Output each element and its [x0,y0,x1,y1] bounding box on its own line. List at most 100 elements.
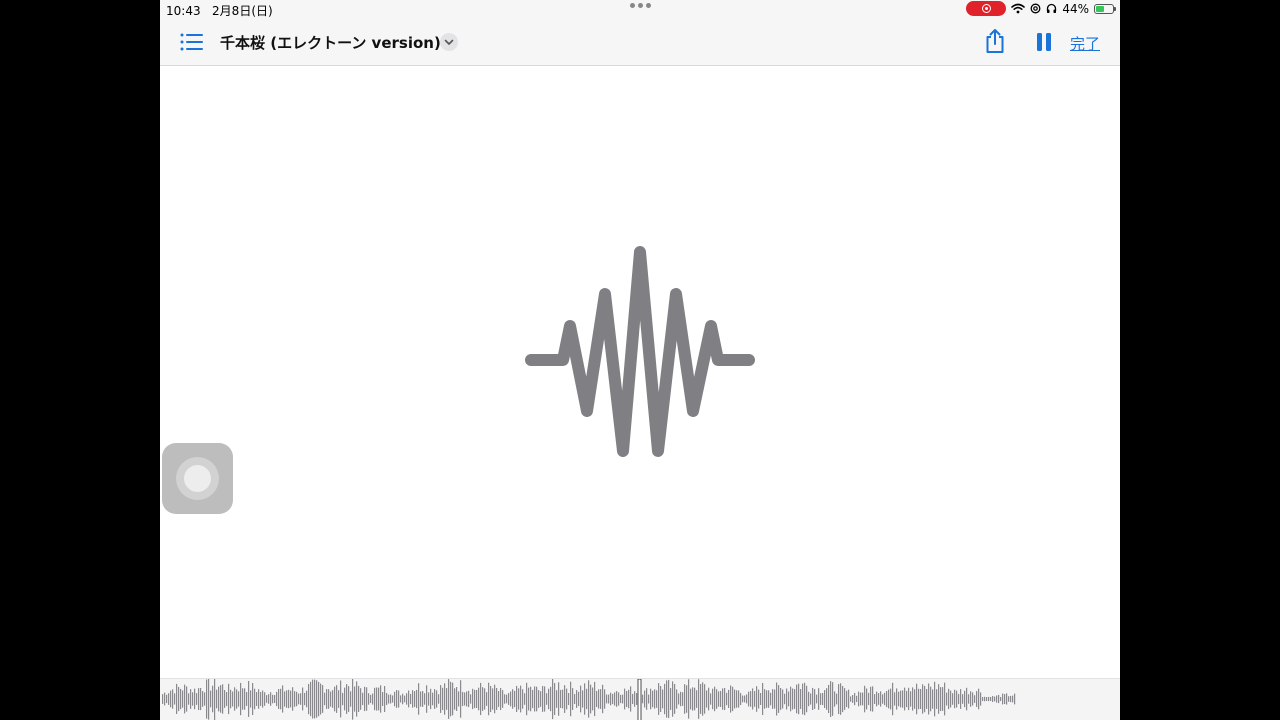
playhead[interactable] [637,679,642,720]
waveform-bar [544,686,546,712]
waveform-bar [904,687,906,711]
waveform-bar [234,687,236,711]
waveform-bar [934,681,936,717]
waveform-bar [830,681,832,717]
navigation-bar: 千本桜 (エレクトーン version) 完了 [160,20,1120,66]
waveform-bar [628,689,630,709]
waveform-bar [518,688,520,710]
waveform-bar [172,689,174,709]
waveform-bar [960,689,962,709]
waveform-bar [858,691,860,707]
waveform-bar [334,686,336,712]
waveform-bar [822,693,824,706]
waveform-bar [208,679,210,720]
waveform-bar [250,690,252,708]
multitasking-dots-icon[interactable] [630,3,651,8]
assistive-touch-button[interactable] [162,443,233,514]
waveform-bar [740,693,742,705]
waveform-bar [778,685,780,713]
waveform-bar [884,692,886,706]
waveform-bar [368,693,370,705]
list-icon[interactable] [180,32,204,52]
waveform-bar [516,685,518,712]
waveform-bar [358,685,360,712]
waveform-bar [924,685,926,713]
title-menu-button[interactable] [440,33,458,51]
waveform-bar [814,689,816,709]
waveform-bar [568,693,570,706]
waveform-bar [226,692,228,707]
waveform-bar [808,691,810,707]
waveform-bar [898,691,900,707]
waveform-bar [552,679,554,720]
waveform-bar [352,679,354,720]
waveform-bar [762,683,764,715]
waveform-bar [380,685,382,713]
waveform-bar [634,691,636,707]
waveform-bar [746,694,748,704]
waveform-bar [384,686,386,712]
waveform-bar [686,685,688,713]
waveform-bar [404,695,406,703]
waveform-bar [308,683,310,715]
pause-icon[interactable] [1036,33,1052,51]
waveform-bar [168,693,170,705]
waveform-bar [666,680,668,718]
done-button[interactable]: 完了 [1070,33,1100,54]
waveform-bar [302,687,304,711]
waveform-bar [700,684,702,714]
waveform-bar [322,685,324,713]
waveform-bar [674,684,676,714]
waveform-bar [860,692,862,706]
waveform-bar [668,679,670,718]
waveform-bar [906,690,908,708]
waveform-bar [1012,695,1014,703]
waveform-bar [506,694,508,704]
waveform-bar [586,688,588,710]
waveform-bar [592,687,594,711]
document-title[interactable]: 千本桜 (エレクトーン version) [220,32,441,53]
waveform-bar [1010,695,1012,703]
waveform-bar [406,693,408,705]
waveform-bar [280,688,282,710]
waveform-bar [874,694,876,704]
waveform-bar [212,685,214,713]
waveform-bar [994,696,996,702]
waveform-bar [538,690,540,708]
preview-area [160,66,1120,678]
waveform-bar [652,690,654,708]
waveform-bar [484,688,486,710]
waveform-bar [582,690,584,708]
waveform-bar [296,691,298,707]
waveform-bar [968,694,970,704]
waveform-bar [1006,693,1008,705]
waveform-bar [504,694,506,704]
waveform-bar [444,683,446,715]
waveform-bar [356,681,358,717]
waveform-bar [578,691,580,707]
waveform-bar [596,691,598,707]
waveform-bar [720,691,722,707]
waveform-bar [428,692,430,706]
waveform-bar [824,690,826,708]
share-icon[interactable] [984,28,1006,54]
waveform-bar [742,695,744,703]
waveform-bar [260,692,262,706]
waveform-bar [170,690,172,708]
audio-scrubber[interactable] [160,678,1120,720]
waveform-bar [842,686,844,713]
waveform-bar [644,690,646,708]
waveform-bar [344,687,346,711]
waveform-bar [912,687,914,711]
screen-recording-icon[interactable] [966,1,1007,16]
waveform-bar [294,691,296,707]
waveform-bar [510,691,512,707]
waveform-bar [496,688,498,710]
waveform-bar [476,690,478,708]
waveform-bar [658,683,660,715]
waveform-bar [602,684,604,714]
waveform-bar [776,682,778,716]
waveform-bar [394,691,396,707]
waveform-bar [922,684,924,714]
waveform-bar [374,687,376,711]
